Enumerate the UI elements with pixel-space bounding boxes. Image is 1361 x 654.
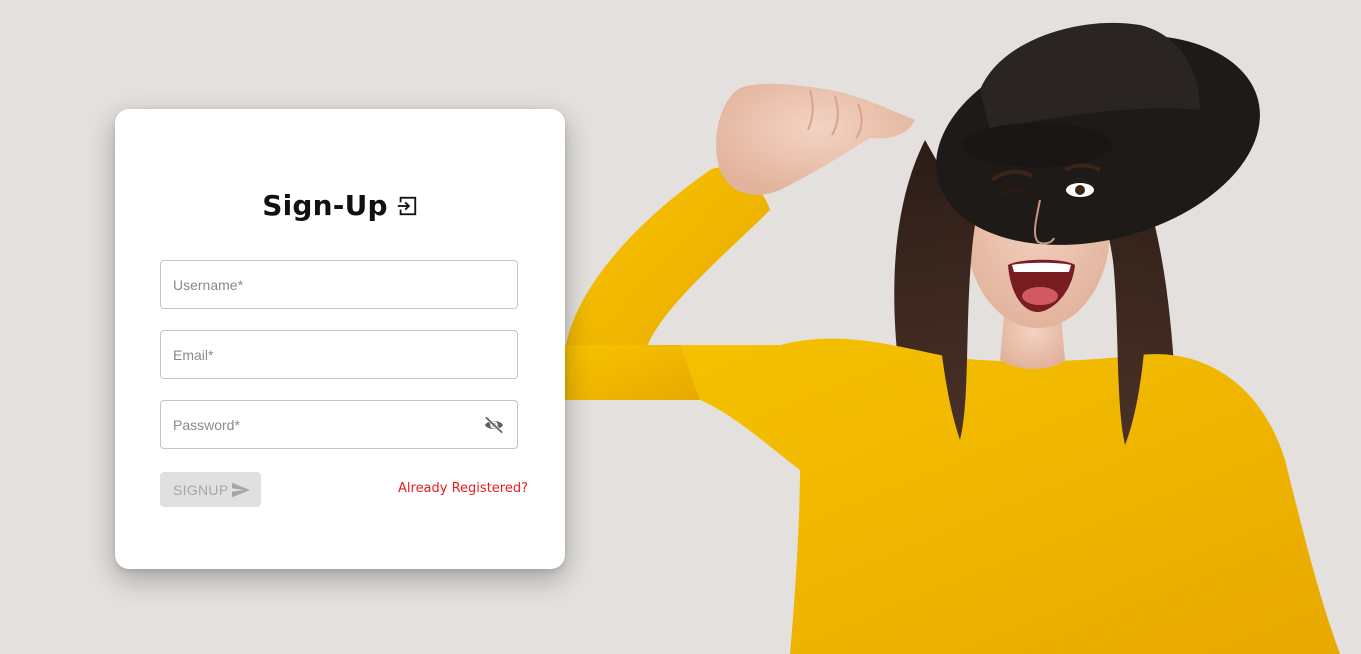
already-registered-link[interactable]: Already Registered? <box>398 481 528 496</box>
send-icon <box>230 481 252 499</box>
email-field[interactable] <box>160 330 518 379</box>
username-input[interactable] <box>161 261 473 308</box>
hero-image <box>560 0 1361 654</box>
password-field[interactable] <box>160 400 518 449</box>
eye-off-icon[interactable] <box>483 416 505 434</box>
signup-card: Sign-Up Username* Email* SIGNUP Already … <box>115 109 565 569</box>
email-input[interactable] <box>161 331 473 378</box>
signup-page: Sign-Up Username* Email* SIGNUP Already … <box>0 0 1361 654</box>
login-icon <box>396 195 418 217</box>
title-row: Sign-Up <box>115 185 565 225</box>
username-field[interactable] <box>160 260 518 309</box>
signup-button[interactable]: SIGNUP <box>160 472 261 507</box>
password-input[interactable] <box>161 401 473 448</box>
page-title: Sign-Up <box>262 188 388 222</box>
signup-button-label: SIGNUP <box>173 481 229 498</box>
